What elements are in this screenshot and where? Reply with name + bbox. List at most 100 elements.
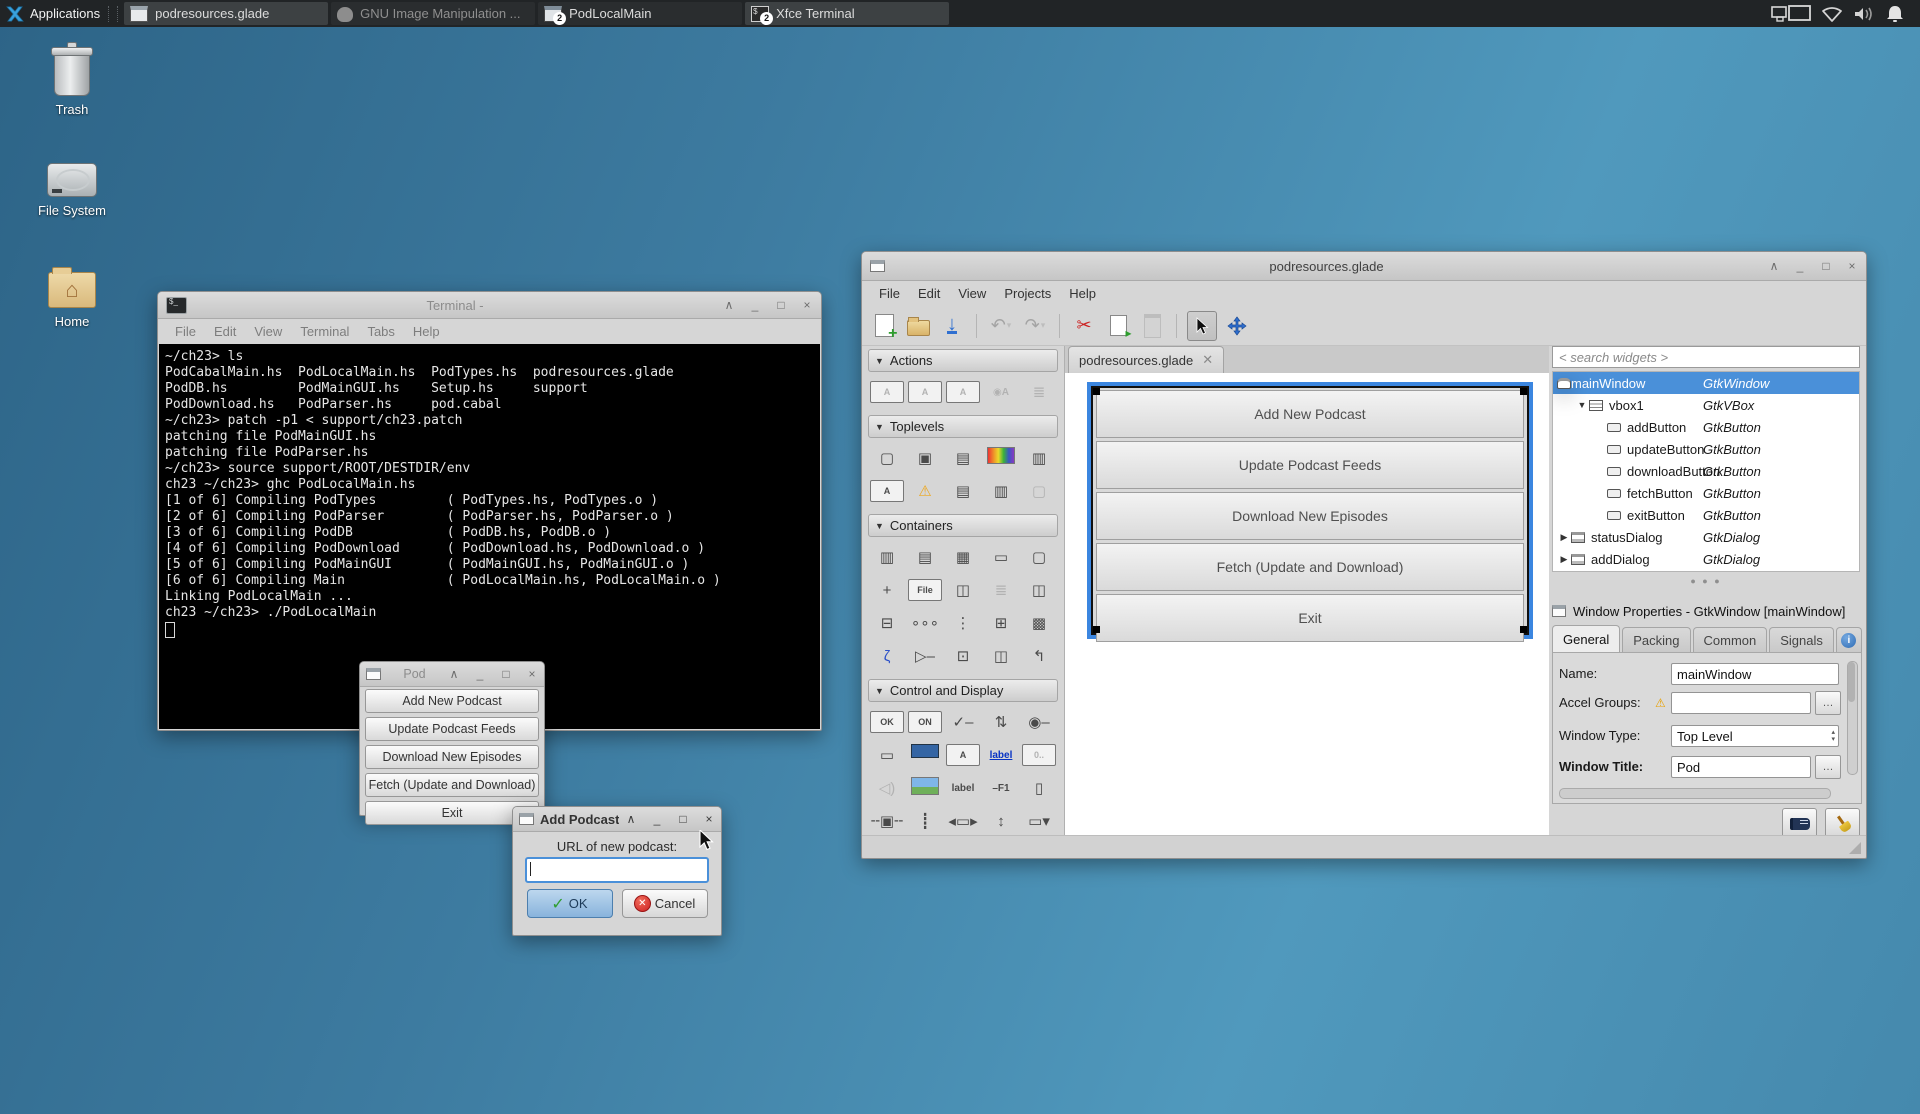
minimize-button[interactable]: _ <box>1794 260 1806 272</box>
close-button[interactable]: × <box>1846 260 1858 272</box>
url-input[interactable] <box>525 857 709 883</box>
maximize-button[interactable]: □ <box>677 813 689 825</box>
volume-button-icon[interactable]: ◁) <box>874 777 900 799</box>
open-project-button[interactable] <box>904 312 932 340</box>
color-dialog-icon[interactable] <box>987 447 1015 464</box>
shade-button[interactable]: ∧ <box>625 813 637 825</box>
tree-row-statusDialog[interactable]: ▶statusDialogGtkDialog <box>1553 526 1859 548</box>
recent-action-icon[interactable]: ◉A <box>985 381 1017 403</box>
offscreen-window-icon[interactable]: ▢ <box>1026 480 1052 502</box>
button-icon[interactable]: OK <box>870 711 904 733</box>
warning-dialog-icon[interactable]: ⚠ <box>912 480 938 502</box>
action-group-icon[interactable]: ≣ <box>1026 381 1052 403</box>
glade-menu-file[interactable]: File <box>870 286 909 301</box>
layout-icon[interactable]: ⊡ <box>950 645 976 667</box>
taskbar-button[interactable]: GNU Image Manipulation ... <box>331 2 535 25</box>
minimize-button[interactable]: _ <box>474 668 486 680</box>
selector-button[interactable] <box>1187 311 1217 341</box>
taskbar-button[interactable]: podresources.glade <box>124 2 328 25</box>
tree-row-exitButton[interactable]: exitButtonGtkButton <box>1553 504 1859 526</box>
font-button-icon[interactable]: A <box>946 744 980 766</box>
terminal-menu-edit[interactable]: Edit <box>205 324 245 339</box>
combo-box-icon[interactable]: ▭▾ <box>1026 810 1052 832</box>
desktop-icon-home[interactable]: ⌂Home <box>24 272 120 329</box>
terminal-menu-terminal[interactable]: Terminal <box>291 324 358 339</box>
tab-packing[interactable]: Packing <box>1622 627 1690 652</box>
check-button-icon[interactable]: ✓– <box>950 711 976 733</box>
tree-row-updateButton[interactable]: updateButtonGtkButton <box>1553 438 1859 460</box>
resize-handle[interactable] <box>1093 626 1100 633</box>
hscrollbar-icon[interactable]: ◂▭▸ <box>948 810 977 832</box>
tree-row-downloadButton[interactable]: downloadButtonGtkButton <box>1553 460 1859 482</box>
tree-row-vbox1[interactable]: ▼vbox1GtkVBox <box>1553 394 1859 416</box>
design-button-add[interactable]: Add New Podcast <box>1096 390 1524 438</box>
hscale-icon[interactable]: ╌▣╌ <box>871 810 903 832</box>
design-button-download[interactable]: Download New Episodes <box>1096 492 1524 540</box>
aspect-frame-icon[interactable]: File <box>908 579 942 601</box>
property-input-window-title[interactable]: Pod <box>1671 756 1811 778</box>
maximize-button[interactable]: □ <box>1820 260 1832 272</box>
cancel-button[interactable]: ✕ Cancel <box>622 889 708 918</box>
canvas-workarea[interactable]: Add New PodcastUpdate Podcast FeedsDownl… <box>1065 373 1549 836</box>
glade-menu-help[interactable]: Help <box>1060 286 1105 301</box>
terminal-titlebar[interactable]: $_ Terminal - ∧_□× <box>158 292 821 319</box>
save-button[interactable]: ↓ <box>938 312 966 340</box>
undo-button[interactable]: ↶▾ <box>987 312 1015 340</box>
tab-signals[interactable]: Signals <box>1769 627 1834 652</box>
design-button-exit[interactable]: Exit <box>1096 594 1524 642</box>
dialog-icon[interactable]: ▣ <box>912 447 938 469</box>
tree-row-addDialog[interactable]: ▶addDialogGtkDialog <box>1553 548 1859 570</box>
pod-button-download[interactable]: Download New Episodes <box>365 745 539 769</box>
resize-handle[interactable] <box>1520 626 1527 633</box>
entry-icon[interactable]: ▯ <box>1026 777 1052 799</box>
window-icon[interactable]: ▢ <box>874 447 900 469</box>
tab-podresources-glade[interactable]: podresources.glade ✕ <box>1068 346 1224 373</box>
design-button-fetch[interactable]: Fetch (Update and Download) <box>1096 543 1524 591</box>
file-chooser-button-icon[interactable]: ▭ <box>874 744 900 766</box>
close-button[interactable]: × <box>801 299 813 311</box>
drag-resize-button[interactable] <box>1223 312 1251 340</box>
assistant-icon[interactable]: ▥ <box>988 480 1014 502</box>
tree-expander-icon[interactable]: ▶ <box>1557 532 1571 543</box>
about-dialog-icon[interactable]: ▤ <box>950 480 976 502</box>
terminal-menu-view[interactable]: View <box>245 324 291 339</box>
ellipsis-button[interactable]: … <box>1815 691 1841 715</box>
glade-titlebar[interactable]: podresources.glade ∧_□× <box>862 252 1866 281</box>
vbox-icon[interactable]: ▤ <box>912 546 938 568</box>
shade-button[interactable]: ∧ <box>723 299 735 311</box>
tree-row-addButton[interactable]: addButtonGtkButton <box>1553 416 1859 438</box>
paste-button[interactable] <box>1138 312 1166 340</box>
action-icon[interactable]: A <box>870 381 904 403</box>
palette-section-actions[interactable]: ▼Actions <box>868 349 1058 372</box>
resize-grip[interactable] <box>1849 842 1861 854</box>
property-input-name[interactable]: mainWindow <box>1671 663 1839 685</box>
cut-button[interactable]: ✂ <box>1070 312 1098 340</box>
minimize-button[interactable]: _ <box>749 299 761 311</box>
copy-button[interactable] <box>1104 312 1132 340</box>
properties-horizontal-scrollbar[interactable] <box>1559 788 1831 799</box>
resize-handle[interactable] <box>1093 388 1100 395</box>
paned-icon[interactable]: ◫ <box>1026 579 1052 601</box>
desktop-icon-file-system[interactable]: File System <box>24 163 120 218</box>
toggle-action-icon[interactable]: A <box>908 381 942 403</box>
scale-button-icon[interactable]: 0.. <box>1022 744 1056 766</box>
maximize-button[interactable]: □ <box>500 668 512 680</box>
palette-section-containers[interactable]: ▼Containers <box>868 514 1058 537</box>
pod-button-add[interactable]: Add New Podcast <box>365 689 539 713</box>
spin-button-icon[interactable]: ⇅ <box>988 711 1014 733</box>
terminal-menu-tabs[interactable]: Tabs <box>358 324 403 339</box>
arrow-icon[interactable]: ▷– <box>912 645 938 667</box>
message-dialog-icon[interactable]: ▤ <box>950 447 976 469</box>
search-widgets-input[interactable]: < search widgets > <box>1552 346 1860 368</box>
alignment-icon[interactable]: + <box>874 579 900 601</box>
file-chooser-dialog-icon[interactable]: ▥ <box>1026 447 1052 469</box>
link-button-icon[interactable]: label <box>988 744 1014 766</box>
tab-accessibility[interactable]: i <box>1836 627 1862 652</box>
resize-handle[interactable] <box>1520 388 1527 395</box>
tab-close-icon[interactable]: ✕ <box>1202 352 1213 368</box>
pod-button-update[interactable]: Update Podcast Feeds <box>365 717 539 741</box>
tree-expander-icon[interactable]: ▶ <box>1557 554 1571 565</box>
radio-action-icon[interactable]: A <box>946 381 980 403</box>
palette-section-toplevels[interactable]: ▼Toplevels <box>868 415 1058 438</box>
notifications-icon[interactable] <box>1884 4 1906 24</box>
